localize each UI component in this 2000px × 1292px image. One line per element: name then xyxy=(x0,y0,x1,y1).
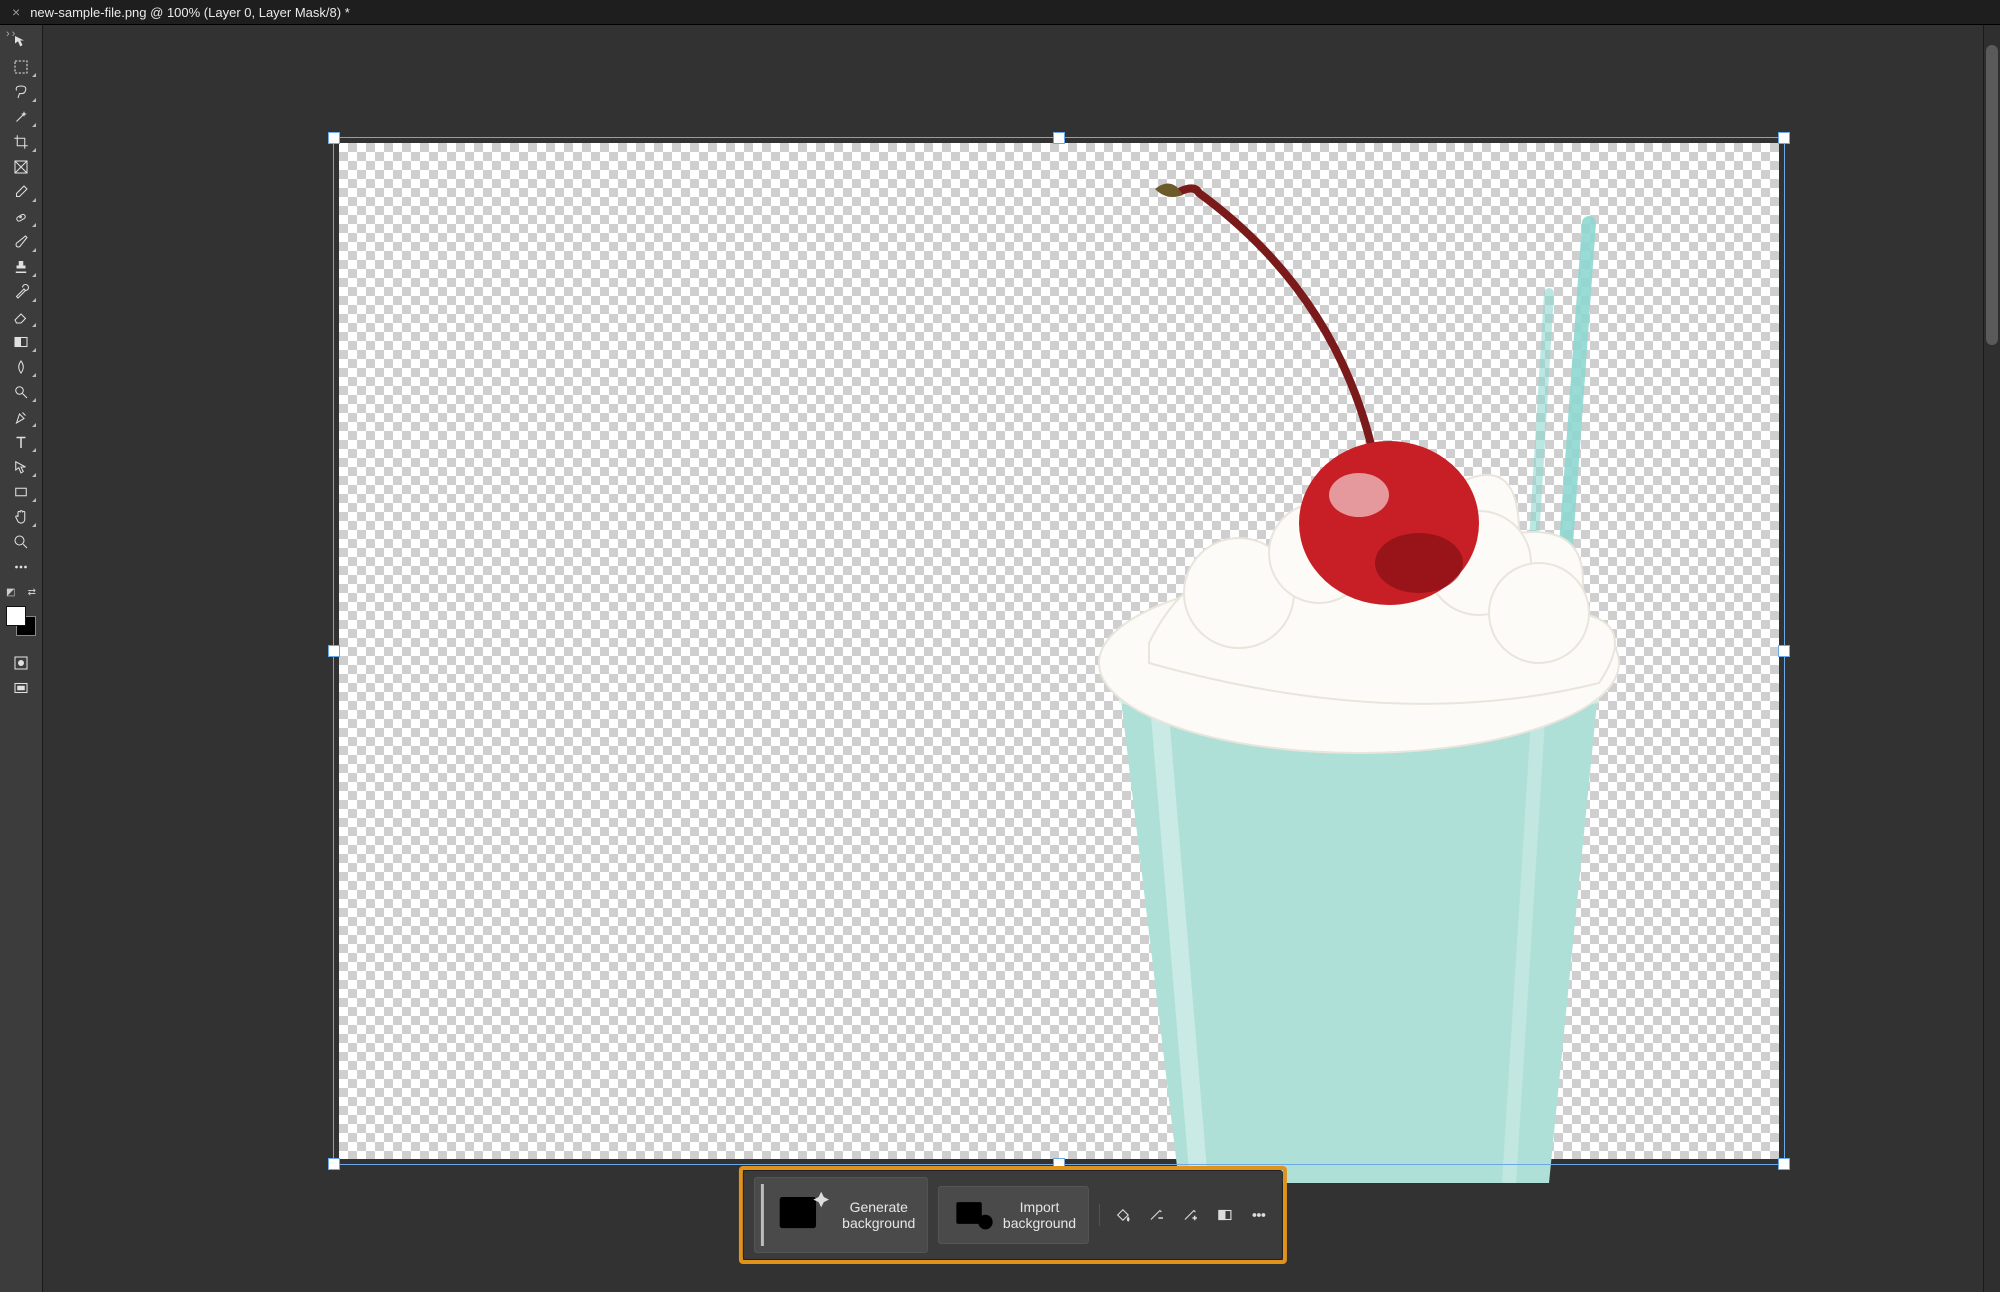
clone-stamp-tool[interactable] xyxy=(5,256,37,278)
transform-handle-top-center[interactable] xyxy=(1053,132,1065,144)
object-selection-tool[interactable] xyxy=(5,106,37,128)
transform-handle-middle-right[interactable] xyxy=(1778,645,1790,657)
rectangle-shape-tool[interactable] xyxy=(5,481,37,503)
document-tab-bar: × new-sample-file.png @ 100% (Layer 0, L… xyxy=(0,0,2000,25)
scrollbar-thumb[interactable] xyxy=(1986,45,1998,345)
image-sparkle-icon xyxy=(772,1184,834,1246)
transform-handle-bottom-right[interactable] xyxy=(1778,1158,1790,1170)
transform-handle-middle-left[interactable] xyxy=(328,645,340,657)
quick-mask-mode[interactable] xyxy=(5,652,37,674)
rectangular-marquee-tool[interactable] xyxy=(5,56,37,78)
invert-mask-icon[interactable] xyxy=(1212,1202,1238,1228)
import-background-label: Import background xyxy=(1003,1199,1076,1231)
color-swatches[interactable] xyxy=(6,606,36,636)
transform-handle-top-left[interactable] xyxy=(328,132,340,144)
transform-handle-top-right[interactable] xyxy=(1778,132,1790,144)
workspace: Generate background Import background xyxy=(43,25,1983,1292)
import-background-button[interactable]: Import background xyxy=(938,1186,1089,1244)
gradient-tool[interactable] xyxy=(5,331,37,353)
type-tool[interactable] xyxy=(5,431,37,453)
more-options-icon[interactable] xyxy=(1246,1202,1272,1228)
canvas[interactable] xyxy=(339,143,1779,1159)
lasso-tool[interactable] xyxy=(5,81,37,103)
document-tab-title[interactable]: new-sample-file.png @ 100% (Layer 0, Lay… xyxy=(26,5,354,20)
context-bar-separator xyxy=(1099,1204,1100,1226)
history-brush-tool[interactable] xyxy=(5,281,37,303)
vertical-scrollbar[interactable] xyxy=(1983,25,2000,1292)
edit-toolbar[interactable] xyxy=(5,556,37,578)
image-import-icon xyxy=(951,1193,995,1237)
crop-tool[interactable] xyxy=(5,131,37,153)
contextual-task-bar-highlight: Generate background Import background xyxy=(739,1166,1287,1264)
add-to-mask-icon[interactable] xyxy=(1178,1202,1204,1228)
eyedropper-tool[interactable] xyxy=(5,181,37,203)
hand-tool[interactable] xyxy=(5,506,37,528)
brush-tool[interactable] xyxy=(5,231,37,253)
frame-tool[interactable] xyxy=(5,156,37,178)
dodge-tool[interactable] xyxy=(5,381,37,403)
path-selection-tool[interactable] xyxy=(5,456,37,478)
remove-background-fill-icon[interactable] xyxy=(1110,1202,1136,1228)
subtract-from-mask-icon[interactable] xyxy=(1144,1202,1170,1228)
transform-bounding-box[interactable] xyxy=(333,137,1785,1165)
transform-handle-bottom-left[interactable] xyxy=(328,1158,340,1170)
generate-background-button[interactable]: Generate background xyxy=(754,1177,928,1253)
spot-healing-brush-tool[interactable] xyxy=(5,206,37,228)
tool-panel: ◩⇄ xyxy=(0,25,43,1292)
contextual-task-bar: Generate background Import background xyxy=(743,1170,1283,1260)
eraser-tool[interactable] xyxy=(5,306,37,328)
swap-colors-icon[interactable]: ⇄ xyxy=(28,587,36,598)
blur-tool[interactable] xyxy=(5,356,37,378)
screen-mode[interactable] xyxy=(5,677,37,699)
generate-background-label: Generate background xyxy=(842,1199,915,1231)
pen-tool[interactable] xyxy=(5,406,37,428)
zoom-tool[interactable] xyxy=(5,531,37,553)
tab-close-button[interactable]: × xyxy=(6,4,26,20)
default-colors-icon[interactable]: ◩ xyxy=(6,587,15,598)
move-tool[interactable] xyxy=(5,31,37,53)
foreground-color-swatch[interactable] xyxy=(6,606,26,626)
